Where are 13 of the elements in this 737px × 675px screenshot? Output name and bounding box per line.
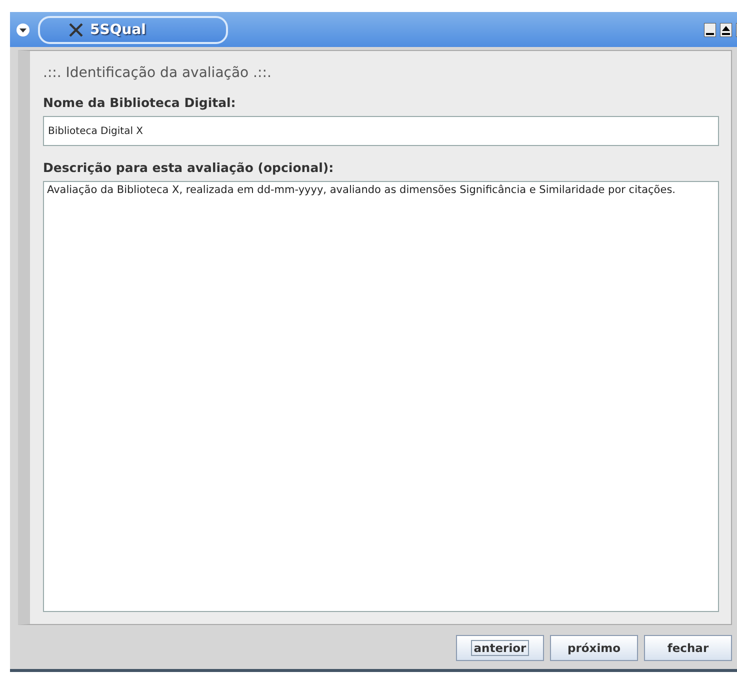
name-field[interactable]: Biblioteca Digital X <box>43 116 719 146</box>
x-logo-icon <box>68 22 84 38</box>
field-label: Nome da Biblioteca Digital: <box>43 95 237 110</box>
window-title: 5SQual <box>38 16 228 44</box>
maximize-icon[interactable] <box>720 22 732 36</box>
field-label: Descrição para esta avaliação (opcional): <box>43 160 335 175</box>
description-field[interactable]: Avaliação da Biblioteca X, realizada em dd-mm-yyyy, avaliando as dimensões Significância e Similaridade por citações. <box>43 181 719 612</box>
dialog-button[interactable]: anterior <box>456 635 544 661</box>
minimize-icon[interactable] <box>704 22 716 36</box>
section-heading: .::. Identificação da avaliação .::. <box>43 65 272 81</box>
window-menu-icon[interactable] <box>16 22 30 36</box>
dialog-button[interactable]: fechar <box>644 635 732 661</box>
dialog-button[interactable]: próximo <box>550 635 638 661</box>
